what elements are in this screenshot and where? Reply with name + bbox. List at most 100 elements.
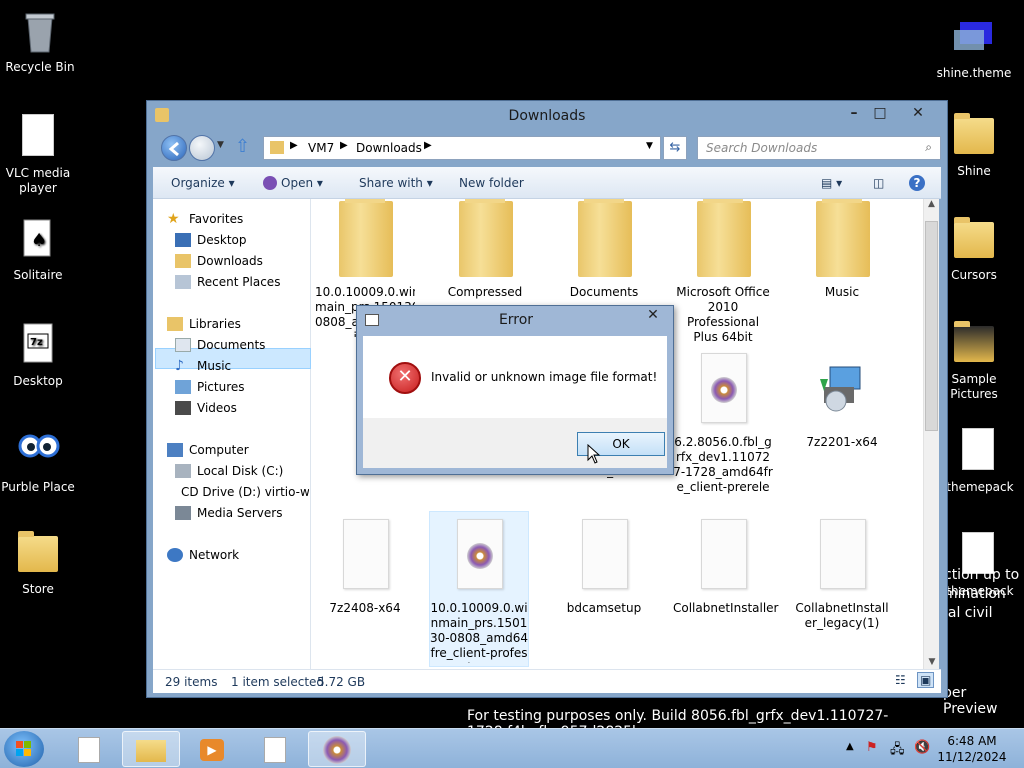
nav-local-disk[interactable]: Local Disk (C:): [175, 461, 283, 481]
music-icon: ♪: [175, 358, 184, 374]
file-item[interactable]: Microsoft Office 2010 Professional Plus …: [673, 199, 773, 345]
nav-desktop[interactable]: Desktop: [175, 230, 247, 250]
breadcrumb-separator-icon: ▶: [290, 140, 298, 151]
vertical-scrollbar[interactable]: ▲ ▼: [923, 199, 939, 669]
iso-file-icon: [683, 349, 763, 429]
taskbar-media-button[interactable]: ▶: [184, 731, 242, 767]
recent-places-icon: [175, 275, 191, 289]
file-item[interactable]: Music: [792, 199, 892, 300]
file-item[interactable]: Compressed: [435, 199, 535, 300]
dialog-close-button[interactable]: ✕: [641, 307, 665, 327]
arrow-left-icon: [168, 141, 179, 157]
preview-pane-button[interactable]: ◫: [873, 176, 884, 190]
folder-icon: [802, 199, 882, 279]
file-item-selected[interactable]: 10.0.10009.0.winmain_prs.150130-0808_amd…: [429, 515, 529, 663]
refresh-button[interactable]: ⇆: [663, 136, 687, 160]
desktop-icon-solitaire[interactable]: ♠ Solitaire: [0, 216, 78, 283]
store-folder-icon: [14, 530, 62, 578]
scroll-up-icon[interactable]: ▲: [924, 199, 939, 209]
folder-icon: [683, 199, 763, 279]
purble-place-icon: [14, 428, 62, 476]
status-item-count: 29 items: [165, 675, 218, 689]
action-center-icon[interactable]: ⚑: [866, 740, 878, 755]
nav-computer[interactable]: Computer: [167, 440, 249, 460]
file-name: 6.2.8056.0.fbl_grfx_dev1.110727-1728_amd…: [673, 435, 773, 497]
nav-videos[interactable]: Videos: [175, 398, 237, 418]
up-arrow-icon[interactable]: ⇧: [235, 136, 250, 157]
new-folder-button[interactable]: New folder: [459, 176, 524, 190]
forward-button[interactable]: [189, 135, 215, 161]
breadcrumb-vm7[interactable]: VM7: [308, 141, 334, 155]
start-button[interactable]: [4, 731, 44, 767]
volume-muted-icon[interactable]: 🔇: [914, 740, 930, 755]
taskbar-explorer-button[interactable]: [122, 731, 180, 767]
nav-network[interactable]: Network: [167, 545, 239, 565]
desktop-icon-label: Purble Place: [1, 480, 75, 494]
desktop-icon-purble-place[interactable]: Purble Place: [0, 428, 78, 495]
open-menu[interactable]: Open ▾: [263, 176, 323, 190]
taskbar-document-button-2[interactable]: [246, 731, 304, 767]
desktop-icon-7z[interactable]: 7z Desktop: [0, 322, 78, 389]
nav-music[interactable]: ♪ Music: [175, 356, 231, 376]
address-dropdown-icon[interactable]: ▼: [646, 141, 653, 151]
help-icon[interactable]: ?: [909, 175, 925, 191]
nav-favorites[interactable]: ★ Favorites: [167, 209, 243, 229]
organize-menu[interactable]: Organize ▾: [171, 176, 235, 190]
background-text: ction up to mination ial civil: [944, 566, 1024, 623]
close-button[interactable]: ✕: [905, 103, 931, 123]
disc-icon: [323, 736, 351, 764]
file-item[interactable]: bdcamsetup: [554, 515, 654, 616]
title-bar[interactable]: Downloads – □ ✕: [147, 101, 947, 131]
nav-media-servers[interactable]: Media Servers: [175, 503, 282, 523]
file-item[interactable]: 7z2408-x64: [315, 515, 415, 616]
nav-libraries[interactable]: Libraries: [167, 314, 241, 334]
videos-icon: [175, 401, 191, 415]
desktop-icon-vlc[interactable]: VLC media player: [0, 114, 78, 196]
minimize-button[interactable]: –: [841, 103, 867, 123]
search-input[interactable]: Search Downloads ⌕: [697, 136, 941, 160]
nav-cd-drive[interactable]: CD Drive (D:) virtio-w: [175, 482, 309, 502]
back-button[interactable]: [161, 135, 187, 161]
nav-recent-places[interactable]: Recent Places: [175, 272, 280, 292]
desktop-icon-label: Shine: [957, 164, 991, 178]
maximize-button[interactable]: □: [867, 103, 893, 123]
details-view-icon[interactable]: ☷: [895, 673, 906, 687]
file-item[interactable]: CollabnetInstaller: [673, 515, 779, 616]
large-icons-view-icon[interactable]: ▣: [917, 672, 935, 688]
command-bar: Organize ▾ Open ▾ Share with ▾ New folde…: [153, 167, 941, 199]
breadcrumb-separator-icon: ▶: [340, 140, 348, 151]
taskbar-document-button[interactable]: [60, 731, 118, 767]
share-with-label: Share with: [359, 176, 423, 190]
desktop-icon-themepack[interactable]: .themepack: [938, 428, 1018, 495]
background-text-line: mination: [944, 586, 1006, 602]
scroll-down-icon[interactable]: ▼: [924, 657, 940, 667]
desktop-icon-recycle-bin[interactable]: Recycle Bin: [0, 8, 80, 75]
new-folder-label: New folder: [459, 176, 524, 190]
show-hidden-icons-icon[interactable]: ▲: [846, 741, 854, 752]
nav-downloads[interactable]: Downloads: [175, 251, 263, 271]
history-dropdown-icon[interactable]: ▼: [217, 140, 224, 150]
address-bar[interactable]: ▶ VM7 ▶ Downloads ▶ ▼: [263, 136, 661, 160]
share-with-menu[interactable]: Share with ▾: [359, 176, 433, 190]
desktop-icon-label: VLC media player: [5, 166, 71, 195]
desktop-icon-shine-theme[interactable]: shine.theme: [934, 14, 1014, 81]
error-dialog[interactable]: Error ✕ ✕ Invalid or unknown image file …: [356, 305, 674, 475]
file-item[interactable]: 7z2201-x64: [792, 349, 892, 450]
nav-documents[interactable]: Documents: [175, 335, 265, 355]
document-icon: [954, 428, 1002, 476]
file-item[interactable]: CollabnetInstaller_legacy(1): [792, 515, 892, 631]
desktop-icon-store[interactable]: Store: [0, 530, 78, 597]
file-item[interactable]: Documents: [554, 199, 654, 300]
breadcrumb-downloads[interactable]: Downloads: [356, 141, 422, 155]
clock[interactable]: 6:48 AM 11/12/2024: [932, 733, 1012, 765]
file-name: 7z2201-x64: [806, 435, 878, 449]
taskbar-disc-button[interactable]: [308, 731, 366, 767]
nav-pictures[interactable]: Pictures: [175, 377, 245, 397]
file-item[interactable]: 6.2.8056.0.fbl_grfx_dev1.110727-1728_amd…: [673, 349, 773, 497]
change-view-button[interactable]: ▤ ▾: [821, 176, 842, 190]
taskbar: ▶ ▲ ⚑ 🖧 🔇 6:48 AM 11/12/2024: [0, 728, 1024, 768]
iso-file-icon: [439, 515, 519, 595]
scroll-thumb[interactable]: [925, 221, 938, 431]
network-status-icon[interactable]: 🖧: [890, 740, 905, 762]
desktop-icon-label: .themepack: [942, 480, 1014, 494]
